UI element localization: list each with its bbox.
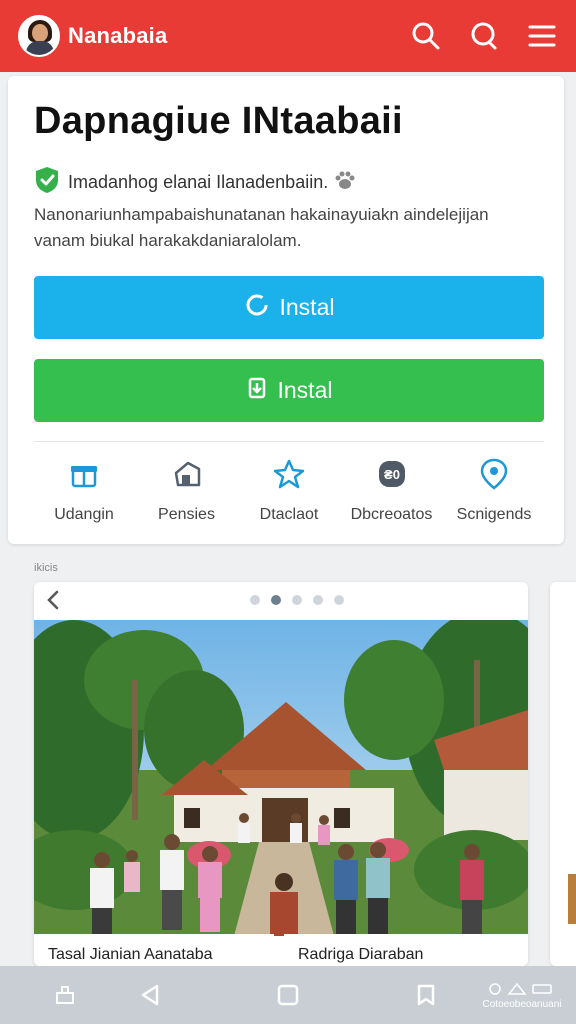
paw-icon <box>334 170 356 195</box>
app-description: Nanonariunhampabaishunatanan hakainayuia… <box>34 205 489 250</box>
refresh-icon <box>244 292 270 324</box>
nav-home-icon[interactable] <box>0 983 130 1007</box>
star-icon <box>271 456 307 492</box>
status-text: Cotoeobeoanuani <box>482 999 562 1010</box>
app-title: Nanabaia <box>68 23 168 48</box>
section-label: ikicis <box>34 562 58 574</box>
divider <box>34 441 544 442</box>
page-dot-active[interactable] <box>271 595 281 605</box>
recents-square-icon[interactable] <box>170 983 406 1007</box>
top-app-bar: Nanabaia <box>0 0 576 72</box>
feature-item[interactable]: Pensies <box>137 456 237 524</box>
badge-icon: ₴0 <box>374 456 410 492</box>
feature-item[interactable]: Dtaclaot <box>239 456 339 524</box>
app-detail-card: Dapnagiue INtaabaii Imadanhog elanai Ila… <box>8 76 564 544</box>
feature-item[interactable]: Scnigends <box>444 456 544 524</box>
install-button-secondary[interactable]: Instal <box>34 359 544 422</box>
page-dot[interactable] <box>250 595 260 605</box>
back-triangle-icon[interactable] <box>130 983 170 1007</box>
feature-item[interactable]: Udangin <box>34 456 134 524</box>
gallery-photo[interactable] <box>34 620 528 936</box>
svg-text:₴0: ₴0 <box>384 467 400 482</box>
search-icon[interactable] <box>466 18 502 54</box>
verified-shield-icon <box>34 166 60 199</box>
photo-caption: Tasal Jianian Aanataba <box>34 934 274 966</box>
house-icon <box>169 456 205 492</box>
photo-caption: Radriga Diaraban <box>284 934 528 966</box>
verified-text: Imadanhog elanai Ilanadenbaiin. <box>68 172 329 192</box>
bookmark-icon[interactable] <box>406 983 446 1007</box>
install-secondary-label: Instal <box>277 377 333 403</box>
next-gallery-card-peek[interactable] <box>550 582 576 966</box>
verified-row: Imadanhog elanai Ilanadenbaiin. <box>34 166 356 199</box>
pagination-dots <box>250 595 344 605</box>
menu-icon[interactable] <box>524 18 560 54</box>
feature-label: Scnigends <box>456 506 532 523</box>
system-nav-bar: Cotoeobeoanuani <box>0 966 576 1024</box>
feature-label: Dbcreoatos <box>350 506 433 523</box>
screenshot-gallery[interactable]: Tasal Jianian Aanataba Radriga Diaraban <box>34 582 528 966</box>
feature-label: Dtaclaot <box>259 506 319 523</box>
feature-item[interactable]: ₴0 Dbcreoatos <box>342 456 442 524</box>
status-icons <box>476 982 568 996</box>
feature-label: Pensies <box>158 506 215 523</box>
search-icon[interactable] <box>408 18 444 54</box>
feature-label: Udangin <box>54 506 114 523</box>
feature-row: Udangin Pensies Dtaclaot ₴0 Dbcreoatos S… <box>34 456 544 524</box>
page-dot[interactable] <box>292 595 302 605</box>
chevron-left-icon[interactable] <box>46 589 60 617</box>
avatar[interactable] <box>18 15 60 57</box>
install-button-primary[interactable]: Instal <box>34 276 544 339</box>
install-primary-label: Instal <box>279 294 335 320</box>
gift-icon <box>66 456 102 492</box>
download-box-icon <box>246 376 268 406</box>
location-pin-icon <box>476 456 512 492</box>
page-title: Dapnagiue INtaabaii <box>34 100 403 142</box>
page-dot[interactable] <box>313 595 323 605</box>
page-dot[interactable] <box>334 595 344 605</box>
status-area: Cotoeobeoanuani <box>476 982 568 1010</box>
